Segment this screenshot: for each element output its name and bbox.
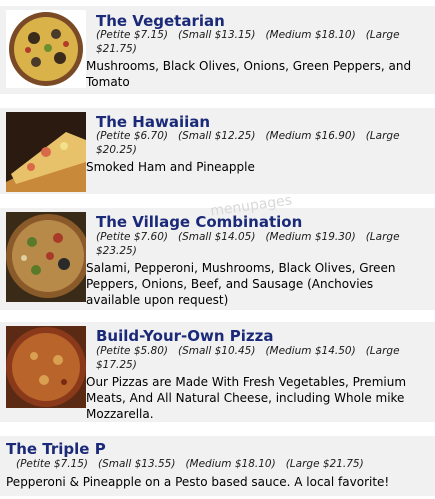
price-large: (Large $21.75) xyxy=(285,458,364,470)
price-petite: (Petite $7.15) xyxy=(96,29,168,41)
item-description: Salami, Pepperoni, Mushrooms, Black Oliv… xyxy=(86,261,396,307)
price-medium: (Medium $16.90) xyxy=(265,130,356,142)
hawaiian-pizza-photo xyxy=(6,112,86,192)
menu-item-build-your-own: Build-Your-Own Pizza (Petite $5.80) (Smal… xyxy=(0,322,435,422)
menu-item-hawaiian: The Hawaiian (Petite $6.70) (Small $12.25… xyxy=(0,108,435,194)
menu-item-village-combination: The Village Combination (Petite $7.60) (S… xyxy=(0,208,435,310)
price-list: (Petite $7.60) (Small $14.05) (Medium $19.… xyxy=(96,230,416,258)
item-description: Pepperoni & Pineapple on a Pesto based s… xyxy=(6,475,390,489)
menu-item-triple-p: The Triple P (Petite $7.15) (Small $13.55… xyxy=(0,436,435,496)
item-description: Mushrooms, Black Olives, Onions, Green P… xyxy=(86,59,412,89)
price-list: (Petite $7.15) (Small $13.15) (Medium $18.… xyxy=(96,28,416,56)
price-small: (Small $13.55) xyxy=(98,458,176,470)
item-name: Build-Your-Own Pizza xyxy=(96,327,274,345)
vegetarian-pizza-photo xyxy=(6,10,86,88)
price-petite: (Petite $7.15) xyxy=(16,458,88,470)
price-medium: (Medium $14.50) xyxy=(265,345,356,357)
price-small: (Small $14.05) xyxy=(178,231,256,243)
item-description: Our Pizzas are Made With Fresh Vegetable… xyxy=(86,375,407,421)
price-small: (Small $12.25) xyxy=(178,130,256,142)
item-name: The Triple P xyxy=(6,440,106,458)
combination-pizza-photo xyxy=(6,212,86,302)
item-description: Smoked Ham and Pineapple xyxy=(86,160,255,174)
menu-item-vegetarian: The Vegetarian (Petite $7.15) (Small $13.… xyxy=(0,6,435,94)
price-medium: (Medium $18.10) xyxy=(185,458,276,470)
item-name: The Village Combination xyxy=(96,213,303,231)
price-petite: (Petite $7.60) xyxy=(96,231,168,243)
price-medium: (Medium $18.10) xyxy=(265,29,356,41)
price-small: (Small $10.45) xyxy=(178,345,256,357)
price-medium: (Medium $19.30) xyxy=(265,231,356,243)
price-small: (Small $13.15) xyxy=(178,29,256,41)
build-your-own-pizza-photo xyxy=(6,326,86,408)
price-list: (Petite $5.80) (Small $10.45) (Medium $14.… xyxy=(96,344,416,372)
price-petite: (Petite $6.70) xyxy=(96,130,168,142)
price-petite: (Petite $5.80) xyxy=(96,345,168,357)
price-list: (Petite $7.15) (Small $13.55) (Medium $18.… xyxy=(16,457,426,471)
price-list: (Petite $6.70) (Small $12.25) (Medium $16.… xyxy=(96,129,416,157)
